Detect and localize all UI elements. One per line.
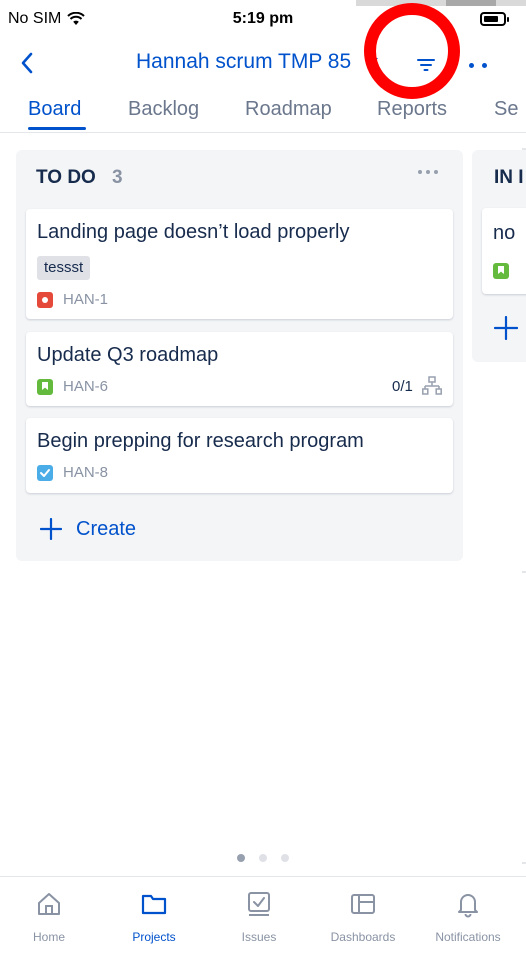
- page-dot: [281, 854, 289, 862]
- status-strip: [356, 0, 526, 6]
- scroll-indicator: [522, 571, 526, 573]
- filter-icon: [417, 59, 435, 71]
- create-issue-button[interactable]: Create: [40, 514, 136, 544]
- issue-summary: no: [493, 222, 516, 244]
- dot-icon: [426, 170, 430, 174]
- chevron-left-icon: [21, 52, 33, 74]
- subtask-progress: 0/1: [392, 378, 413, 395]
- board-column-in-progress: IN I no: [472, 150, 526, 362]
- board-tabs: Board Backlog Roadmap Reports Se: [0, 86, 526, 133]
- tab-board[interactable]: Board: [28, 98, 81, 121]
- issue-card[interactable]: Landing page doesn’t load properly tesss…: [26, 209, 453, 319]
- nav-projects[interactable]: Projects: [102, 885, 206, 949]
- subtasks-icon: [422, 376, 442, 395]
- nav-notifications[interactable]: Notifications: [416, 885, 520, 949]
- top-app-bar: Hannah scrum TMP 85: [0, 40, 526, 86]
- tab-backlog[interactable]: Backlog: [128, 98, 199, 121]
- issue-key: HAN-1: [63, 291, 109, 308]
- issue-label: tessst: [37, 256, 91, 280]
- issue-key: HAN-6: [63, 378, 109, 395]
- issue-card[interactable]: Update Q3 roadmap HAN-6 0/1: [26, 332, 453, 406]
- status-bar: No SIM 5:19 pm: [0, 0, 526, 40]
- plus-icon: [40, 518, 62, 540]
- more-options-button[interactable]: [458, 50, 498, 80]
- plus-icon: [493, 315, 519, 341]
- caret-down-icon[interactable]: [368, 58, 378, 64]
- board-title[interactable]: Hannah scrum TMP 85: [136, 50, 351, 74]
- story-icon: [37, 379, 53, 395]
- issues-icon: [248, 892, 270, 916]
- folder-icon: [141, 894, 167, 915]
- board-column-todo: TO DO 3 Landing page doesn’t load proper…: [16, 150, 463, 561]
- dot-icon: [482, 62, 487, 68]
- battery-icon: [480, 12, 509, 26]
- column-title: IN I: [494, 167, 524, 188]
- nav-home[interactable]: Home: [0, 885, 101, 949]
- issue-summary: Begin prepping for research program: [37, 430, 364, 452]
- active-tab-indicator: [28, 127, 86, 130]
- tab-reports[interactable]: Reports: [377, 98, 447, 121]
- issue-summary: Update Q3 roadmap: [37, 344, 219, 366]
- filter-button[interactable]: [408, 50, 444, 80]
- nav-label: Dashboards: [330, 930, 396, 944]
- create-issue-button[interactable]: [493, 315, 519, 345]
- status-time: 5:19 pm: [232, 10, 294, 27]
- task-icon: [37, 465, 53, 481]
- issue-card[interactable]: Begin prepping for research program HAN-…: [26, 418, 453, 493]
- nav-label: Home: [32, 930, 65, 944]
- page-dot: [259, 854, 267, 862]
- bottom-navigation: Home Projects Issues Dashboards Notifica…: [0, 876, 526, 955]
- dot-icon: [434, 170, 438, 174]
- tab-settings[interactable]: Se: [494, 98, 518, 121]
- bug-icon: [37, 292, 53, 308]
- issue-key: HAN-8: [63, 464, 109, 481]
- column-issue-count: 3: [112, 167, 123, 188]
- dot-icon: [469, 62, 474, 68]
- scroll-indicator: [522, 862, 526, 864]
- page-dot-active: [237, 854, 245, 862]
- nav-issues[interactable]: Issues: [207, 885, 311, 949]
- scroll-indicator: [522, 148, 526, 150]
- nav-dashboards[interactable]: Dashboards: [311, 885, 415, 949]
- nav-label: Notifications: [435, 930, 501, 944]
- tab-roadmap[interactable]: Roadmap: [245, 98, 332, 121]
- nav-label: Projects: [132, 930, 176, 944]
- home-icon: [38, 893, 60, 915]
- issue-card[interactable]: no: [482, 208, 526, 294]
- column-more-button[interactable]: [418, 170, 438, 174]
- column-page-indicator: [0, 854, 526, 862]
- back-button[interactable]: [12, 48, 42, 78]
- bell-icon: [458, 894, 478, 918]
- issue-summary: Landing page doesn’t load properly: [37, 221, 350, 243]
- dot-icon: [418, 170, 422, 174]
- nav-label: Issues: [241, 930, 277, 944]
- story-icon: [493, 263, 509, 279]
- create-label: Create: [76, 517, 137, 540]
- column-title: TO DO: [36, 167, 96, 188]
- dashboards-icon: [351, 894, 375, 914]
